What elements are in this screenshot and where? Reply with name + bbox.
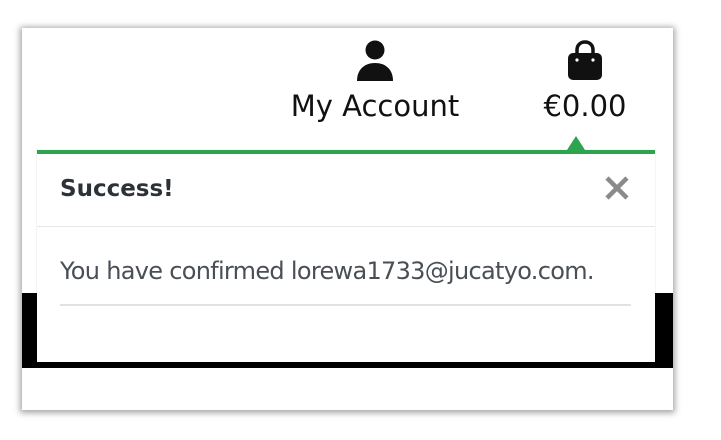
my-account-label: My Account xyxy=(290,89,460,123)
bag-total: €0.00 xyxy=(543,89,627,123)
toast-message: You have confirmed lorewa1733@jucatyo.co… xyxy=(60,257,595,285)
success-toast: Success! You have confirmed lorewa1733@j… xyxy=(37,136,655,362)
toast-divider xyxy=(60,304,631,306)
toast-title: Success! xyxy=(60,176,174,202)
close-icon[interactable] xyxy=(603,174,631,202)
shopping-bag-link[interactable]: €0.00 xyxy=(525,38,645,133)
shopping-bag-icon xyxy=(525,40,645,82)
toast-pointer-arrow xyxy=(567,136,585,150)
user-icon xyxy=(280,40,470,82)
my-account-link[interactable]: My Account xyxy=(280,38,470,133)
toast-header: Success! xyxy=(37,154,655,227)
page-frame: My Account €0.00 Success! You have confi… xyxy=(22,28,673,410)
